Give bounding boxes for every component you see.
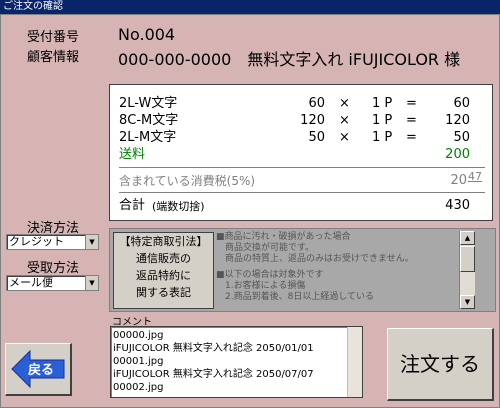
legal-text-line: 1.お客様による損傷: [216, 281, 306, 291]
comment-line: 00002.jpg: [113, 382, 164, 393]
item-name: 2L-W文字: [119, 96, 178, 111]
equals-sign: =: [406, 96, 417, 111]
legal-text-line: ■商品に汚れ・破損があった場合: [216, 232, 351, 242]
item-total: 50: [453, 130, 470, 145]
comment-textarea[interactable]: 00000.jpg iFUJICOLOR 無料文字入れ記念 2050/01/01…: [110, 326, 363, 398]
comment-line: 00001.jpg: [113, 356, 164, 367]
comment-scrollbar[interactable]: [347, 327, 362, 397]
window-title: ご注文の確認: [3, 1, 63, 12]
customer-info-label: 顧客情報: [27, 50, 80, 65]
item-name: 8C-M文字: [119, 113, 179, 128]
order-button[interactable]: 注文する: [387, 328, 494, 401]
payment-method-select[interactable]: クレジット ▼: [6, 234, 99, 250]
times-sign: ×: [339, 96, 350, 111]
scroll-thumb[interactable]: [460, 246, 475, 272]
times-sign: ×: [339, 130, 350, 145]
tax-value: 20: [450, 173, 467, 188]
scroll-down-icon[interactable]: ▼: [460, 295, 475, 309]
legal-notice-text: ■商品に汚れ・破損があった場合 商品交換が可能です。 商品の特質上、返品のみはお…: [216, 232, 456, 307]
item-unit-price: 50: [308, 130, 325, 145]
legal-notice-panel: 【特定商取引法】 通信販売の 返品特約に 関する表記 ■商品に汚れ・破損があった…: [109, 228, 496, 312]
delivery-method-select[interactable]: メール便 ▼: [6, 275, 99, 291]
comment-line: iFUJICOLOR 無料文字入れ記念 2050/01/01: [113, 343, 314, 354]
shipping-label: 送料: [119, 147, 146, 162]
back-button[interactable]: 戻る: [5, 343, 72, 396]
window-title-bar[interactable]: ご注文の確認: [0, 0, 500, 14]
item-total: 120: [445, 113, 470, 128]
scroll-up-icon[interactable]: ▲: [460, 231, 475, 245]
chevron-down-icon[interactable]: ▼: [85, 235, 98, 249]
item-unit-price: 120: [300, 113, 325, 128]
tax-label: 含まれている消費税(5%): [119, 174, 256, 188]
legal-text-line: 商品の特質上、返品のみはお受けできません。: [216, 254, 414, 264]
shipping-value: 200: [445, 147, 470, 162]
comment-line: iFUJICOLOR 無料文字入れ記念 2050/07/07: [113, 369, 314, 380]
item-quantity: 1 P: [372, 113, 393, 128]
delivery-method-label: 受取方法: [27, 261, 80, 276]
total-label: 合計: [119, 198, 146, 213]
item-name: 2L-M文字: [119, 130, 177, 145]
equals-sign: =: [406, 130, 417, 145]
legal-text-line: ■以下の場合は対象外です: [216, 270, 324, 280]
times-sign: ×: [339, 113, 350, 128]
item-quantity: 1 P: [372, 130, 393, 145]
item-unit-price: 60: [308, 96, 325, 111]
tax-decimal: 47: [468, 170, 482, 183]
total-note: (端数切捨): [152, 200, 205, 213]
order-number: No.004: [118, 25, 176, 44]
item-total: 60: [453, 96, 470, 111]
legal-text-line: 商品交換が可能です。: [216, 243, 315, 253]
back-button-label: 戻る: [28, 363, 55, 378]
legal-scrollbar[interactable]: ▲ ▼: [459, 231, 475, 309]
item-quantity: 1 P: [372, 96, 393, 111]
comment-line: 00000.jpg: [113, 330, 164, 341]
receipt-number-label: 受付番号: [27, 30, 80, 45]
equals-sign: =: [406, 113, 417, 128]
total-value: 430: [445, 198, 470, 213]
order-summary-box: 2L-W文字 60 × 1 P = 60 8C-M文字 120 × 1 P = …: [109, 84, 493, 221]
legal-title-line: 【特定商取引法】: [119, 235, 208, 248]
chevron-down-icon[interactable]: ▼: [85, 276, 98, 290]
delivery-method-value: メール便: [9, 276, 53, 289]
legal-title-line: 返品特約に: [136, 269, 191, 282]
legal-text-line: 2.商品到着後、8日以上経過している: [216, 292, 375, 302]
legal-notice-title: 【特定商取引法】 通信販売の 返品特約に 関する表記: [113, 232, 214, 309]
legal-title-line: 通信販売の: [136, 252, 191, 265]
customer-line: 000-000-0000 無料文字入れ iFUJICOLOR 様: [118, 50, 461, 69]
payment-method-value: クレジット: [9, 235, 64, 248]
divider: [119, 167, 485, 168]
legal-title-line: 関する表記: [136, 286, 191, 299]
divider: [119, 192, 485, 193]
